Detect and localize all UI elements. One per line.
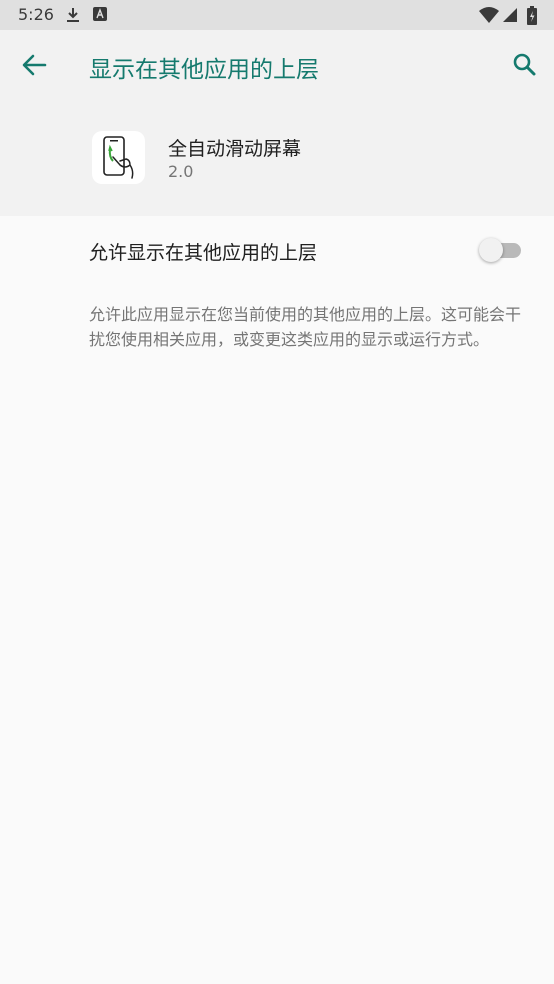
back-button[interactable] (14, 44, 56, 86)
overlay-permission-switch[interactable] (478, 236, 524, 264)
search-icon (513, 53, 536, 76)
search-button[interactable] (502, 44, 546, 86)
switch-thumb (479, 238, 503, 262)
signal-icon (502, 6, 518, 28)
battery-icon (526, 6, 538, 30)
overlay-permission-label: 允许显示在其他应用的上层 (89, 242, 318, 264)
overlay-permission-summary: 允许此应用显示在您当前使用的其他应用的上层。这可能会干扰您使用相关应用，或变更这… (89, 305, 522, 349)
download-icon (64, 6, 82, 28)
app-bar: 显示在其他应用的上层 (0, 30, 554, 100)
page-title: 显示在其他应用的上层 (89, 57, 319, 83)
phone-hand-icon (92, 131, 145, 184)
status-time: 5:26 (18, 5, 54, 24)
app-name: 全自动滑动屏幕 (168, 138, 302, 160)
text-badge-icon (92, 6, 108, 26)
arrow-left-icon (22, 54, 47, 76)
status-bar: 5:26 (0, 0, 554, 30)
app-version: 2.0 (168, 162, 194, 181)
wifi-icon (478, 6, 500, 28)
app-header: 全自动滑动屏幕 2.0 (0, 100, 554, 216)
overlay-permission-row[interactable]: 允许显示在其他应用的上层 (0, 216, 554, 284)
